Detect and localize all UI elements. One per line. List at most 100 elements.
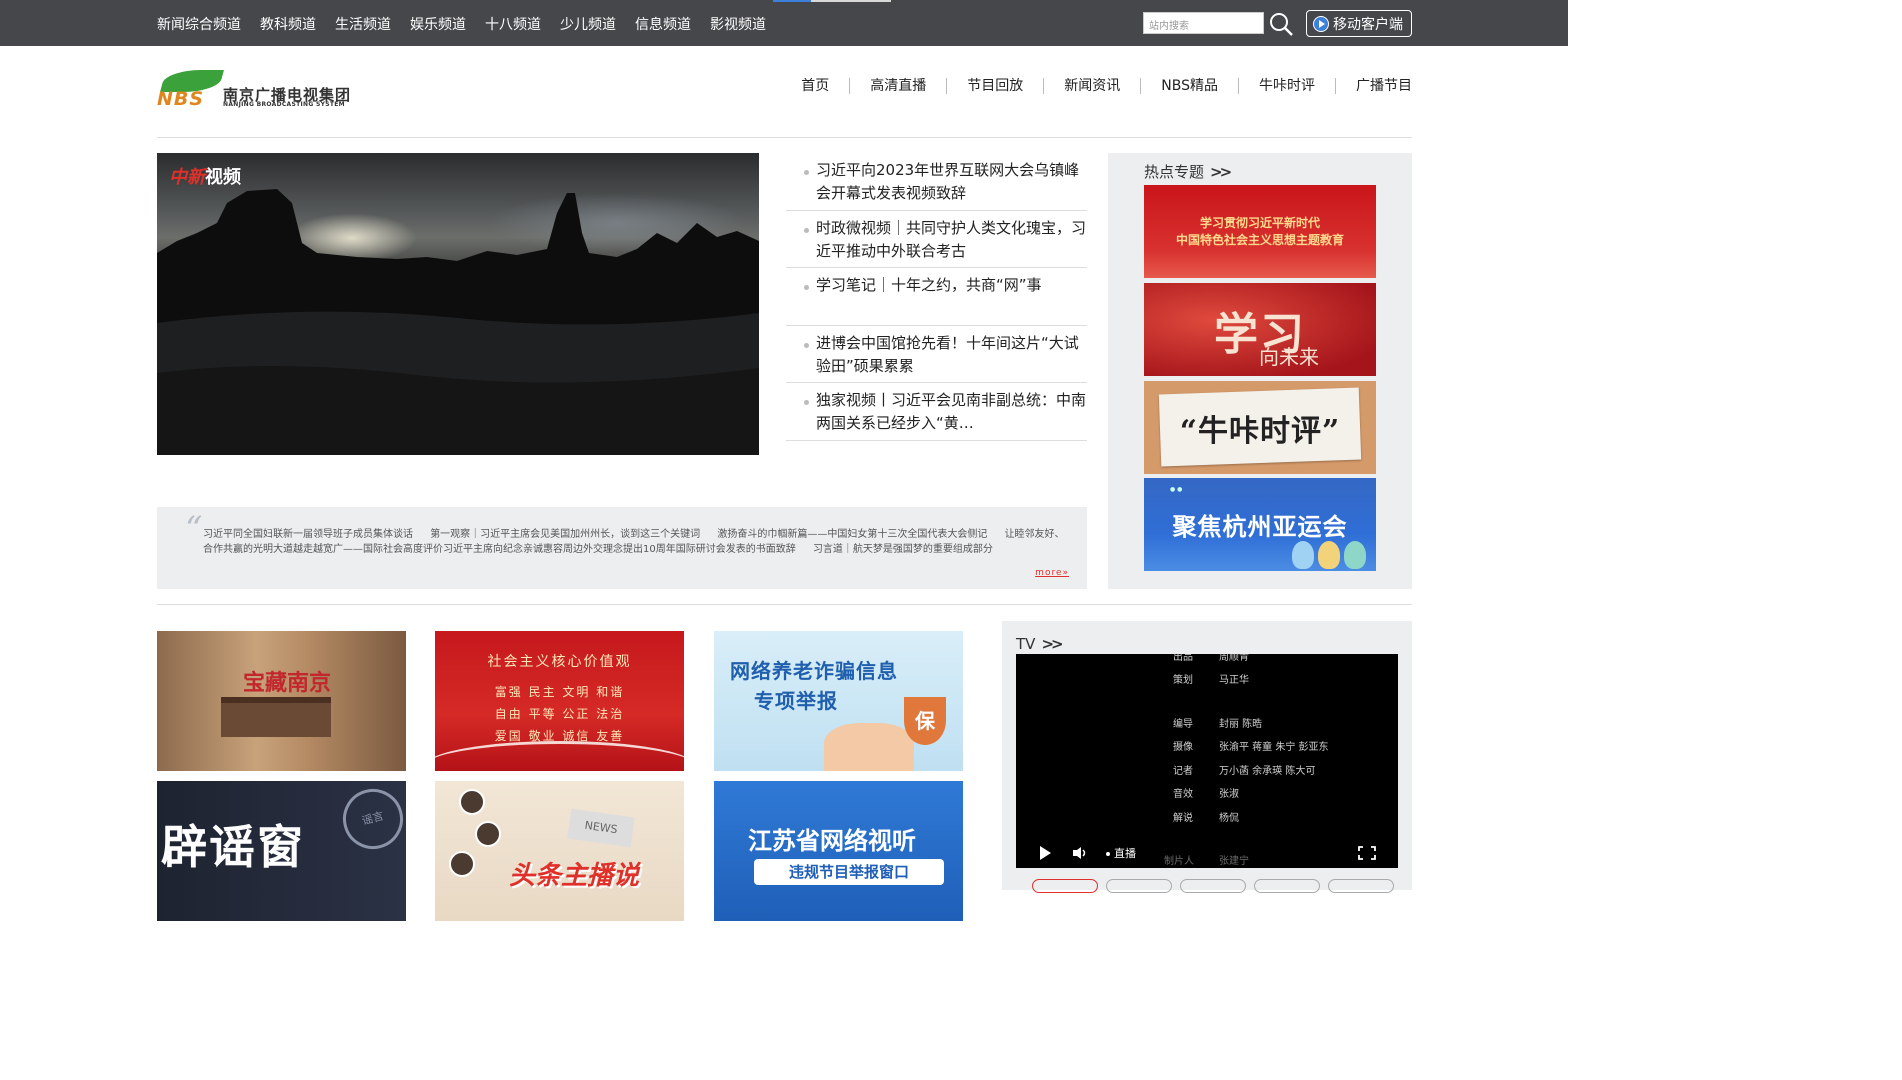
tile-treasure-nanjing[interactable]: 宝藏南京 — [157, 631, 406, 771]
credit-value: 封丽 陈晧 — [1219, 719, 1263, 730]
ticker-link[interactable]: 第一观察｜习近平主席会见美国加州州长，谈到这三个关键词 — [430, 529, 700, 540]
channel-link-eighteen[interactable]: 十八频道 — [485, 14, 541, 34]
credit-value: 万小菡 余承瑛 陈大可 — [1219, 766, 1316, 777]
credit-value: 杨侃 — [1219, 813, 1239, 824]
channel-link-life[interactable]: 生活频道 — [335, 14, 391, 34]
credit-value: 张渝平 蒋童 朱宁 彭亚东 — [1219, 742, 1329, 753]
nav-nbs-featured[interactable]: NBS精品 — [1140, 78, 1238, 94]
channel-nav: 新闻综合频道 教科频道 生活频道 娱乐频道 十八频道 少儿频道 信息频道 影视频… — [157, 14, 785, 34]
tile3-line1: 网络养老诈骗信息 — [730, 659, 898, 683]
tile-anchor-talk[interactable]: NEWS 头条主播说 — [435, 781, 684, 921]
hero-badge: 中新视频 — [169, 163, 241, 189]
list-item[interactable]: 独家视频丨习近平会见南非副总统：中南两国关系已经步入“黄… — [786, 383, 1087, 441]
tile-core-values[interactable]: 社会主义核心价值观 富强 民主 文明 和谐 自由 平等 公正 法治 爱国 敬业 … — [435, 631, 684, 771]
channel-link-entertainment[interactable]: 娱乐频道 — [410, 14, 466, 34]
credit-value: 张淑 — [1219, 789, 1239, 800]
mascot-icon — [1318, 541, 1340, 569]
live-indicator: 直播 — [1106, 845, 1136, 861]
mascot-icon — [1344, 541, 1366, 569]
hot-topics-label: 热点专题 — [1144, 163, 1205, 181]
tile-elderly-fraud-report[interactable]: 网络养老诈骗信息 专项举报 保 — [714, 631, 963, 771]
hand-graphic — [824, 723, 914, 771]
gate-graphic — [221, 697, 331, 737]
avatar — [459, 789, 485, 815]
hero-landscape — [157, 189, 759, 455]
headline-text: 学习笔记｜十年之约，共商“网”事 — [816, 276, 1042, 294]
more-link[interactable]: more» — [1035, 568, 1069, 578]
channel-link-info[interactable]: 信息频道 — [635, 14, 691, 34]
tile3-line2: 专项举报 — [754, 689, 838, 713]
credit-key: 策划 — [1173, 675, 1193, 686]
nav-radio[interactable]: 广播节目 — [1335, 78, 1412, 94]
tv-tab[interactable] — [1032, 879, 1098, 893]
search-icon[interactable] — [1268, 11, 1294, 37]
ticker-link[interactable]: 习言道｜航天梦是强国梦的重要组成部分 — [813, 544, 993, 555]
hot-topics-title[interactable]: 热点专题 >> — [1144, 161, 1232, 182]
header-divider — [157, 137, 1412, 138]
volume-icon[interactable] — [1072, 846, 1088, 860]
top-bar: 新闻综合频道 教科频道 生活频道 娱乐频道 十八频道 少儿频道 信息频道 影视频… — [0, 0, 1568, 46]
tv-tab[interactable] — [1328, 879, 1394, 893]
nav-replay[interactable]: 节目回放 — [946, 78, 1043, 94]
hot-topics-panel: 热点专题 >> 学习贯彻习近平新时代 中国特色社会主义思想主题教育 学习 向未来 “… — [1108, 153, 1412, 589]
news-ticker: “ 习近平同全国妇联新一届领导班子成员集体谈话 第一观察｜习近平主席会见美国加州… — [157, 507, 1087, 589]
tile4-text: 辟谣窗 — [161, 820, 305, 874]
ticker-link[interactable]: 激扬奋斗的巾帼新篇——中国妇女第十三次全国代表大会侧记 — [717, 529, 987, 540]
nav-live[interactable]: 高清直播 — [849, 78, 946, 94]
channel-link-kids[interactable]: 少儿频道 — [560, 14, 616, 34]
double-chevron-right-icon: >> — [1041, 635, 1063, 653]
channel-link-film[interactable]: 影视频道 — [710, 14, 766, 34]
ticker-link[interactable]: 习近平同全国妇联新一届领导班子成员集体谈话 — [203, 529, 413, 540]
tv-tab[interactable] — [1106, 879, 1172, 893]
list-item[interactable]: 时政微视频｜共同守护人类文化瑰宝，习近平推动中外联合考古 — [786, 211, 1087, 268]
tv-tab[interactable] — [1254, 879, 1320, 893]
search-input[interactable]: 站内搜索 — [1143, 12, 1264, 34]
tile2-line2: 自由 平等 公正 法治 — [494, 707, 625, 721]
tile6-line1: 江苏省网络视听 — [748, 827, 916, 855]
play-icon[interactable] — [1040, 846, 1051, 860]
channel-link-news[interactable]: 新闻综合频道 — [157, 14, 241, 34]
logo-name-en: NANJING BROADCASTING SYSTEM — [223, 101, 345, 108]
avatar — [449, 851, 475, 877]
tile6-line2: 违规节目举报窗口 — [754, 859, 944, 885]
list-item[interactable]: 学习笔记｜十年之约，共商“网”事 — [786, 268, 1087, 326]
ticker-text: 习近平同全国妇联新一届领导班子成员集体谈话 第一观察｜习近平主席会见美国加州州长… — [203, 527, 1073, 557]
hero-video[interactable]: 中新视频 — [157, 153, 759, 455]
mobile-client-label: 移动客户端 — [1333, 16, 1403, 33]
wave-graphic — [435, 741, 684, 771]
banner-theme-education[interactable]: 学习贯彻习近平新时代 中国特色社会主义思想主题教育 — [1144, 185, 1376, 278]
tv-title-label: TV — [1016, 635, 1036, 653]
banner3-text: “牛咔时评” — [1179, 413, 1341, 449]
credit-key: 编导 — [1173, 719, 1193, 730]
banner-study-future[interactable]: 学习 向未来 — [1144, 283, 1376, 376]
fullscreen-icon[interactable] — [1358, 846, 1376, 860]
list-item[interactable]: 习近平向2023年世界互联网大会乌镇峰会开幕式发表视频致辞 — [786, 153, 1087, 211]
tile-jiangsu-report[interactable]: 江苏省网络视听 违规节目举报窗口 — [714, 781, 963, 921]
tv-title[interactable]: TV >> — [1016, 635, 1064, 653]
hero-badge-white: 视频 — [205, 167, 241, 188]
headline-text: 进博会中国馆抢先看！十年间这片“大试验田”硕果累累 — [816, 333, 1079, 375]
nav-commentary[interactable]: 牛咔时评 — [1238, 78, 1335, 94]
tile-rumor-refute[interactable]: 谣言 辟谣窗 — [157, 781, 406, 921]
mobile-client-button[interactable]: 移动客户端 — [1306, 10, 1412, 37]
site-logo[interactable]: NBS 南京广播电视集团 NANJING BROADCASTING SYSTEM — [157, 70, 362, 112]
credit-key: 解说 — [1173, 813, 1193, 824]
asian-games-logo-icon: ● ● — [1170, 486, 1183, 493]
headline-text: 独家视频丨习近平会见南非副总统：中南两国关系已经步入“黄… — [816, 391, 1087, 432]
tv-tab[interactable] — [1180, 879, 1246, 893]
list-item[interactable]: 进博会中国馆抢先看！十年间这片“大试验田”硕果累累 — [786, 326, 1087, 383]
tile2-line1: 富强 民主 文明 和谐 — [494, 685, 625, 699]
banner-asian-games[interactable]: ● ● 聚焦杭州亚运会 — [1144, 478, 1376, 571]
credit-key: 出品 — [1173, 654, 1193, 663]
hero-badge-red: 中新 — [169, 167, 205, 188]
nav-news[interactable]: 新闻资讯 — [1043, 78, 1140, 94]
credit-key: 摄像 — [1173, 742, 1193, 753]
banner-commentary[interactable]: “牛咔时评” — [1144, 381, 1376, 474]
channel-link-education[interactable]: 教科频道 — [260, 14, 316, 34]
main-nav: 首页 高清直播 节目回放 新闻资讯 NBS精品 牛咔时评 广播节目 — [781, 78, 1412, 94]
tile2-heading: 社会主义核心价值观 — [487, 654, 632, 670]
credit-key: 音效 — [1173, 789, 1193, 800]
video-player[interactable]: 出品 周顺青 策划 马正华 编导 封丽 陈晧 摄像 张渝平 蒋童 朱宁 彭亚东 记者 万小… — [1016, 654, 1398, 868]
nav-home[interactable]: 首页 — [781, 78, 849, 94]
headline-list: 习近平向2023年世界互联网大会乌镇峰会开幕式发表视频致辞 时政微视频｜共同守护… — [786, 153, 1087, 441]
